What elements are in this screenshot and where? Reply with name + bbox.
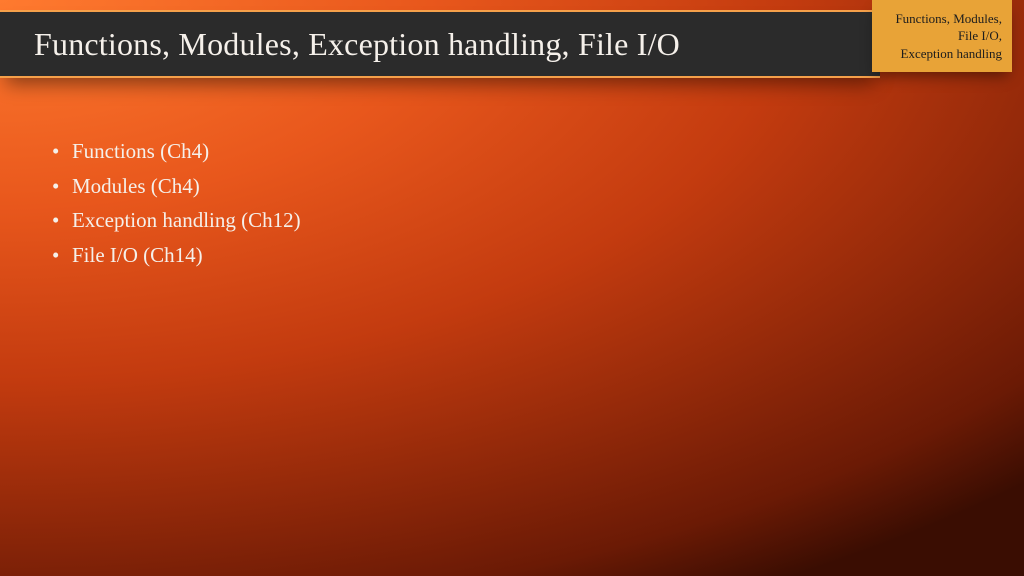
list-item: Functions (Ch4) [50,134,301,169]
list-item: File I/O (Ch14) [50,238,301,273]
slide-title: Functions, Modules, Exception handling, … [34,26,680,63]
title-bar: Functions, Modules, Exception handling, … [0,10,880,78]
tag-line: Exception handling [880,45,1002,63]
slide: Functions, Modules, Exception handling, … [0,0,1024,576]
bullet-list: Functions (Ch4) Modules (Ch4) Exception … [50,134,301,273]
content-area: Functions (Ch4) Modules (Ch4) Exception … [50,134,301,273]
list-item: Modules (Ch4) [50,169,301,204]
list-item: Exception handling (Ch12) [50,203,301,238]
tag-line: File I/O, [880,27,1002,45]
section-tag: Functions, Modules, File I/O, Exception … [872,0,1012,72]
tag-line: Functions, Modules, [880,10,1002,28]
